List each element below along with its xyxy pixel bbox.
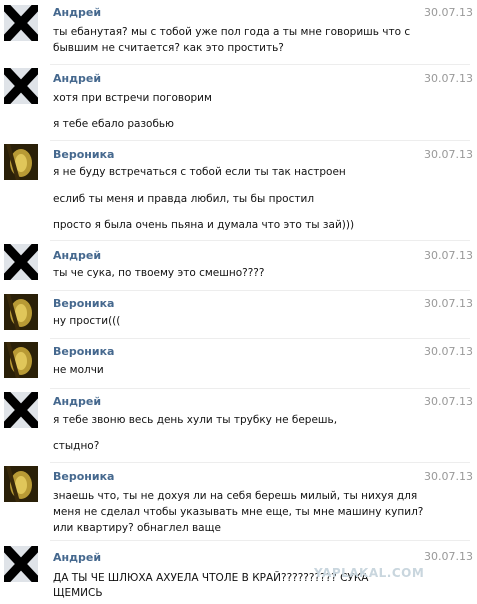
author-avatar[interactable]: [4, 68, 38, 104]
message-text: просто я была очень пьяна и думала что э…: [53, 219, 355, 231]
message-text: или квартиру? обнаглел ваще: [53, 522, 221, 534]
message-date: 30.07.13: [424, 249, 473, 262]
author-name[interactable]: Андрей: [53, 249, 101, 262]
divider: [50, 140, 470, 141]
message-text: стыдно?: [53, 440, 100, 452]
watermark: YAPLAKAL.COM: [314, 566, 425, 580]
message-date: 30.07.13: [424, 148, 473, 161]
author-name[interactable]: Андрей: [53, 72, 101, 85]
message-text: бывшим не считается? как это простить?: [53, 42, 284, 54]
author-name[interactable]: Вероника: [53, 148, 114, 161]
author-avatar[interactable]: [4, 342, 38, 378]
message-text: ты че сука, по твоему это смешно????: [53, 267, 265, 279]
message-text: еслиб ты меня и правда любил, ты бы прос…: [53, 193, 315, 205]
message-date: 30.07.13: [424, 72, 473, 85]
author-name[interactable]: Вероника: [53, 297, 114, 310]
author-avatar[interactable]: [4, 466, 38, 502]
author-name[interactable]: Вероника: [53, 470, 114, 483]
message-text: меня не сделал чтобы указывать мне еще, …: [53, 506, 424, 518]
author-avatar[interactable]: [4, 392, 38, 428]
divider: [50, 290, 470, 291]
message-date: 30.07.13: [424, 297, 473, 310]
message-text: хотя при встречи поговорим: [53, 92, 212, 104]
author-name[interactable]: Вероника: [53, 345, 114, 358]
message-text: ЩЕМИСЬ: [53, 587, 103, 599]
author-avatar[interactable]: [4, 244, 38, 280]
message-text: я не буду встречаться с тобой если ты та…: [53, 166, 346, 178]
divider: [50, 540, 470, 541]
divider: [50, 338, 470, 339]
message-text: ты ебанутая? мы с тобой уже пол года а т…: [53, 26, 411, 38]
message-text: знаешь что, ты не дохуя ли на себя береш…: [53, 490, 418, 502]
divider: [50, 388, 470, 389]
author-avatar[interactable]: [4, 144, 38, 180]
message-date: 30.07.13: [424, 6, 473, 19]
author-name[interactable]: Андрей: [53, 6, 101, 19]
divider: [50, 240, 470, 241]
author-avatar[interactable]: [4, 546, 38, 582]
divider: [50, 462, 470, 463]
author-avatar[interactable]: [4, 294, 38, 330]
message-date: 30.07.13: [424, 550, 473, 563]
message-date: 30.07.13: [424, 395, 473, 408]
message-text: я тебе ебало разобью: [53, 118, 174, 130]
divider: [50, 64, 470, 65]
author-name[interactable]: Андрей: [53, 395, 101, 408]
message-text: ну прости(((: [53, 315, 121, 327]
message-text: не молчи: [53, 364, 104, 376]
message-date: 30.07.13: [424, 470, 473, 483]
message-text: я тебе звоню весь день хули ты трубку не…: [53, 414, 338, 426]
author-name[interactable]: Андрей: [53, 551, 101, 564]
message-date: 30.07.13: [424, 345, 473, 358]
author-avatar[interactable]: [4, 5, 38, 41]
